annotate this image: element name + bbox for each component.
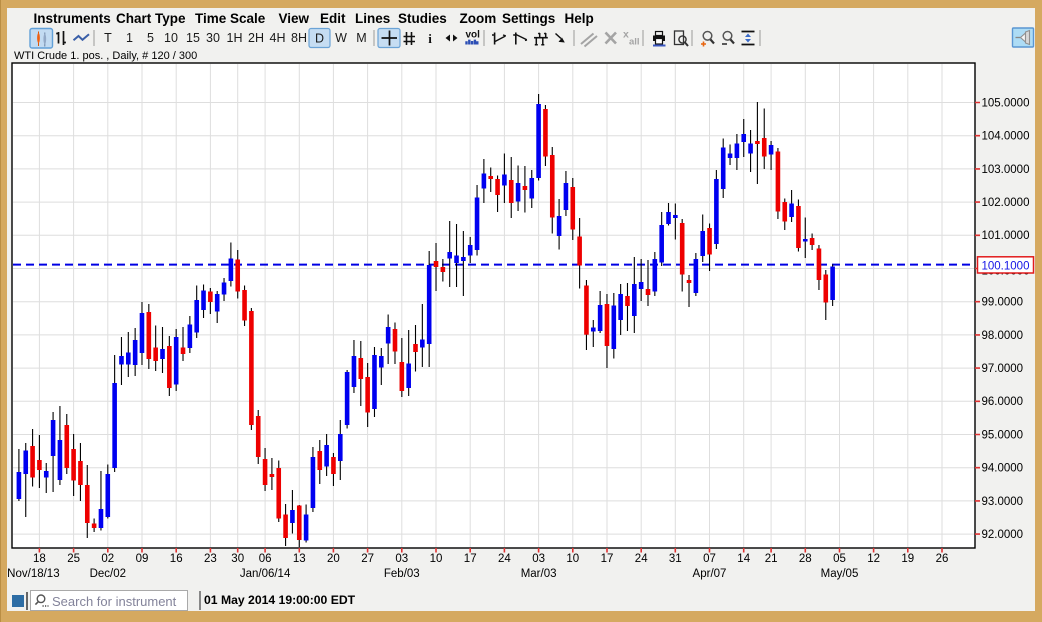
svg-text:26: 26 — [936, 553, 949, 565]
svg-text:99.0000: 99.0000 — [982, 297, 1024, 309]
svg-text:93.0000: 93.0000 — [982, 496, 1024, 508]
svg-text:23: 23 — [204, 553, 217, 565]
svg-text:17: 17 — [601, 553, 614, 565]
svg-text:24: 24 — [498, 553, 511, 565]
svg-text:25: 25 — [67, 553, 80, 565]
svg-text:03: 03 — [395, 553, 408, 565]
svg-text:16: 16 — [170, 553, 183, 565]
svg-text:WTI Crude 1. pos. , Daily, # 1: WTI Crude 1. pos. , Daily, # 120 / 300 — [14, 50, 197, 62]
svg-text:97.0000: 97.0000 — [982, 363, 1024, 375]
svg-text:10: 10 — [430, 553, 443, 565]
svg-text:12: 12 — [867, 553, 880, 565]
svg-text:100.1000: 100.1000 — [982, 260, 1030, 272]
svg-text:Apr/07: Apr/07 — [693, 568, 727, 580]
svg-text:03: 03 — [532, 553, 545, 565]
svg-text:Mar/03: Mar/03 — [521, 568, 557, 580]
svg-text:06: 06 — [259, 553, 272, 565]
svg-text:28: 28 — [799, 553, 812, 565]
svg-text:31: 31 — [669, 553, 682, 565]
svg-text:92.0000: 92.0000 — [982, 529, 1024, 541]
svg-text:102.0000: 102.0000 — [982, 197, 1030, 209]
svg-text:101.0000: 101.0000 — [982, 230, 1030, 242]
svg-text:Nov/18/13: Nov/18/13 — [7, 568, 59, 580]
svg-text:30: 30 — [231, 553, 244, 565]
svg-text:17: 17 — [464, 553, 477, 565]
svg-text:Feb/03: Feb/03 — [384, 568, 420, 580]
svg-text:05: 05 — [833, 553, 846, 565]
svg-text:May/05: May/05 — [821, 568, 859, 580]
svg-text:98.0000: 98.0000 — [982, 330, 1024, 342]
svg-text:Dec/02: Dec/02 — [90, 568, 126, 580]
svg-text:21: 21 — [765, 553, 778, 565]
svg-text:02: 02 — [101, 553, 114, 565]
svg-text:105.0000: 105.0000 — [982, 97, 1030, 109]
svg-text:18: 18 — [33, 553, 46, 565]
svg-text:94.0000: 94.0000 — [982, 463, 1024, 475]
svg-text:95.0000: 95.0000 — [982, 429, 1024, 441]
svg-text:Jan/06/14: Jan/06/14 — [240, 568, 291, 580]
svg-text:19: 19 — [901, 553, 914, 565]
svg-text:27: 27 — [361, 553, 374, 565]
svg-text:103.0000: 103.0000 — [982, 164, 1030, 176]
svg-text:07: 07 — [703, 553, 716, 565]
svg-text:14: 14 — [737, 553, 750, 565]
svg-text:104.0000: 104.0000 — [982, 131, 1030, 143]
svg-text:09: 09 — [136, 553, 149, 565]
svg-text:10: 10 — [566, 553, 579, 565]
svg-text:96.0000: 96.0000 — [982, 396, 1024, 408]
svg-text:20: 20 — [327, 553, 340, 565]
svg-text:24: 24 — [635, 553, 648, 565]
svg-text:13: 13 — [293, 553, 306, 565]
